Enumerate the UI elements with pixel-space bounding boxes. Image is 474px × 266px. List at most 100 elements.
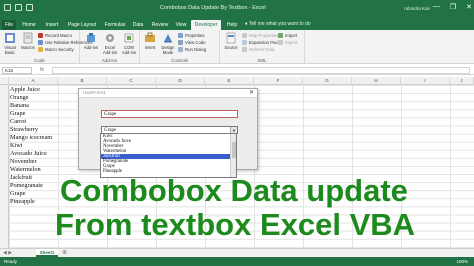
tab-data[interactable]: Data <box>130 20 146 30</box>
overlay-title-line-2: From textbox Excel VBA <box>55 207 416 242</box>
warning-icon <box>38 47 43 52</box>
tab-review[interactable]: Review <box>149 20 171 30</box>
column-header[interactable]: E <box>205 77 254 85</box>
sheet-tab-bar: ◀ ▶ Sheet1 ⊕ <box>0 248 474 257</box>
insert-control-button[interactable]: Insert <box>141 32 159 50</box>
tab-formulas[interactable]: Formulas <box>102 20 128 30</box>
status-bar: Ready 100% <box>0 257 474 266</box>
column-header[interactable]: H <box>352 77 401 85</box>
cell[interactable]: Avocado Juice <box>10 150 47 158</box>
column-header[interactable]: A <box>9 77 58 85</box>
scrollbar-thumb[interactable] <box>232 142 236 158</box>
column-header[interactable]: D <box>156 77 205 85</box>
excel-addins-label: Excel Add-ins <box>102 45 118 55</box>
add-sheet-icon[interactable]: ⊕ <box>62 249 67 256</box>
run-dialog-button[interactable]: Run Dialog <box>178 47 206 52</box>
window-controls: — ❐ ✕ <box>433 3 472 11</box>
tab-file[interactable]: File <box>2 20 16 30</box>
macro-security-button[interactable]: Macro Security <box>38 47 74 52</box>
design-mode-label: Design Mode <box>161 45 175 55</box>
redo-icon[interactable] <box>26 4 33 11</box>
map-properties-button[interactable]: Map Properties <box>242 33 278 38</box>
cell[interactable]: Mango icecream <box>10 134 52 142</box>
cell[interactable]: Orange <box>10 94 29 102</box>
cell[interactable]: Watermelon <box>10 166 41 174</box>
cell[interactable]: Kiwi <box>10 142 23 150</box>
tab-developer[interactable]: Developer <box>191 20 221 30</box>
sheet-tab-active[interactable]: Sheet1 <box>36 249 58 257</box>
user-name[interactable]: rabindra Koir <box>404 6 430 11</box>
column-header[interactable]: J <box>450 77 474 85</box>
cell[interactable]: Carrot <box>10 118 26 126</box>
properties-label: Properties <box>185 33 205 38</box>
design-mode-button[interactable]: Design Mode <box>159 32 177 55</box>
tell-me-search[interactable]: ♦ Tell me what you want to do <box>245 21 311 27</box>
cell[interactable]: Jackfruit <box>10 174 32 182</box>
cell[interactable]: Grape <box>10 190 25 198</box>
properties-button[interactable]: Properties <box>178 33 205 38</box>
refresh-data-label: Refresh Data <box>249 47 275 52</box>
dropdown-scrollbar[interactable] <box>230 134 236 177</box>
tab-view[interactable]: View <box>173 20 189 30</box>
select-all-corner[interactable] <box>0 77 9 85</box>
column-header[interactable]: I <box>401 77 450 85</box>
design-mode-icon <box>164 34 172 43</box>
column-header[interactable]: F <box>254 77 303 85</box>
map-properties-icon <box>242 33 247 38</box>
record-macro-button[interactable]: Record Macro <box>38 33 72 38</box>
fx-icon[interactable]: fx <box>40 67 44 73</box>
undo-icon[interactable] <box>15 4 22 11</box>
com-addins-button[interactable]: COM Add-ins <box>120 32 138 55</box>
record-icon <box>38 33 43 38</box>
group-label-xml: XML <box>257 58 267 63</box>
cell[interactable]: Strawberry <box>10 126 38 134</box>
cell[interactable]: Pineapple <box>10 198 35 206</box>
group-label-addins: Add-ins <box>101 58 118 63</box>
tab-insert[interactable]: Insert <box>42 20 62 30</box>
tab-help[interactable]: Help <box>224 20 240 30</box>
userform-textbox[interactable]: Grape <box>101 110 238 118</box>
row-headers[interactable] <box>0 85 9 248</box>
group-label-controls: Controls <box>171 58 188 63</box>
dialog-title-bar[interactable]: UserForm1 ✕ <box>79 89 257 98</box>
refresh-icon <box>242 47 247 52</box>
cell[interactable]: Banana <box>10 102 29 110</box>
run-dialog-label: Run Dialog <box>185 47 207 52</box>
expansion-packs-icon <box>242 40 247 45</box>
column-header[interactable]: B <box>58 77 107 85</box>
addins-button[interactable]: Add-ins <box>82 32 100 50</box>
column-header[interactable]: G <box>303 77 352 85</box>
combobox-dropdown-list: Kiwi Avocado Juice November Watermelon J… <box>100 133 237 178</box>
xml-source-button[interactable]: Source <box>222 32 240 50</box>
column-header[interactable]: C <box>107 77 156 85</box>
macros-button[interactable]: Macros <box>19 32 37 50</box>
zoom-level[interactable]: 100% <box>456 259 468 264</box>
sheet-nav-arrows[interactable]: ◀ ▶ <box>3 250 12 256</box>
tab-home[interactable]: Home <box>20 20 38 30</box>
cell[interactable]: Apple Juice <box>10 86 40 94</box>
visual-basic-button[interactable]: Visual Basic <box>1 32 19 55</box>
export-button[interactable]: Export <box>278 40 297 45</box>
import-button[interactable]: Import <box>278 33 297 38</box>
cell[interactable]: Pomegranate <box>10 182 43 190</box>
tab-page-layout[interactable]: Page Layout <box>66 20 98 30</box>
gear-icon <box>106 34 114 42</box>
title-bar: Combobox Data Update By Textbox - Excel … <box>0 0 474 18</box>
cell[interactable]: Grape <box>10 110 25 118</box>
view-code-button[interactable]: View Code <box>178 40 206 45</box>
dialog-close-button[interactable]: ✕ <box>249 89 254 96</box>
refresh-data-button[interactable]: Refresh Data <box>242 47 274 52</box>
cell[interactable]: November <box>10 158 37 166</box>
maximize-button[interactable]: ❐ <box>450 3 456 11</box>
formula-input[interactable] <box>52 67 470 74</box>
close-button[interactable]: ✕ <box>466 3 472 11</box>
name-box[interactable]: K15 <box>2 67 32 74</box>
addins-icon <box>87 33 95 42</box>
macros-icon <box>23 32 33 44</box>
minimize-button[interactable]: — <box>433 3 440 11</box>
save-icon[interactable] <box>4 4 11 11</box>
insert-control-label: Insert <box>144 45 156 50</box>
lightbulb-icon: ♦ <box>245 21 248 27</box>
expansion-packs-button[interactable]: Expansion Packs <box>242 40 282 45</box>
excel-addins-button[interactable]: Excel Add-ins <box>101 32 119 55</box>
